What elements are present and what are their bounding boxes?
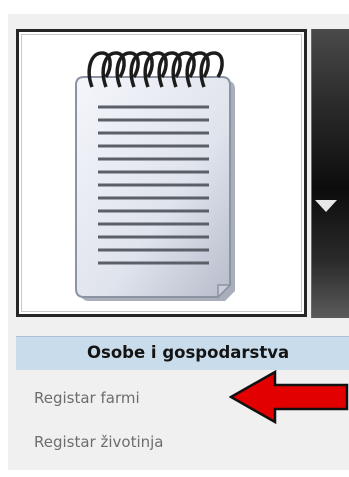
red-arrow-icon (229, 370, 349, 424)
dropdown-button[interactable] (311, 29, 349, 318)
section-title: Osobe i gospodarstva (87, 343, 290, 362)
list-item-label: Registar životinja (34, 433, 164, 451)
list-item-registar-zivotinja[interactable]: Registar životinja (16, 425, 349, 458)
tile-inner (21, 34, 302, 312)
notepad-icon (75, 51, 235, 301)
section-header: Osobe i gospodarstva (16, 336, 349, 370)
list-item-label: Registar farmi (34, 389, 140, 407)
dropdown-arrow-icon (315, 200, 337, 212)
notepad-tile[interactable] (16, 29, 307, 317)
